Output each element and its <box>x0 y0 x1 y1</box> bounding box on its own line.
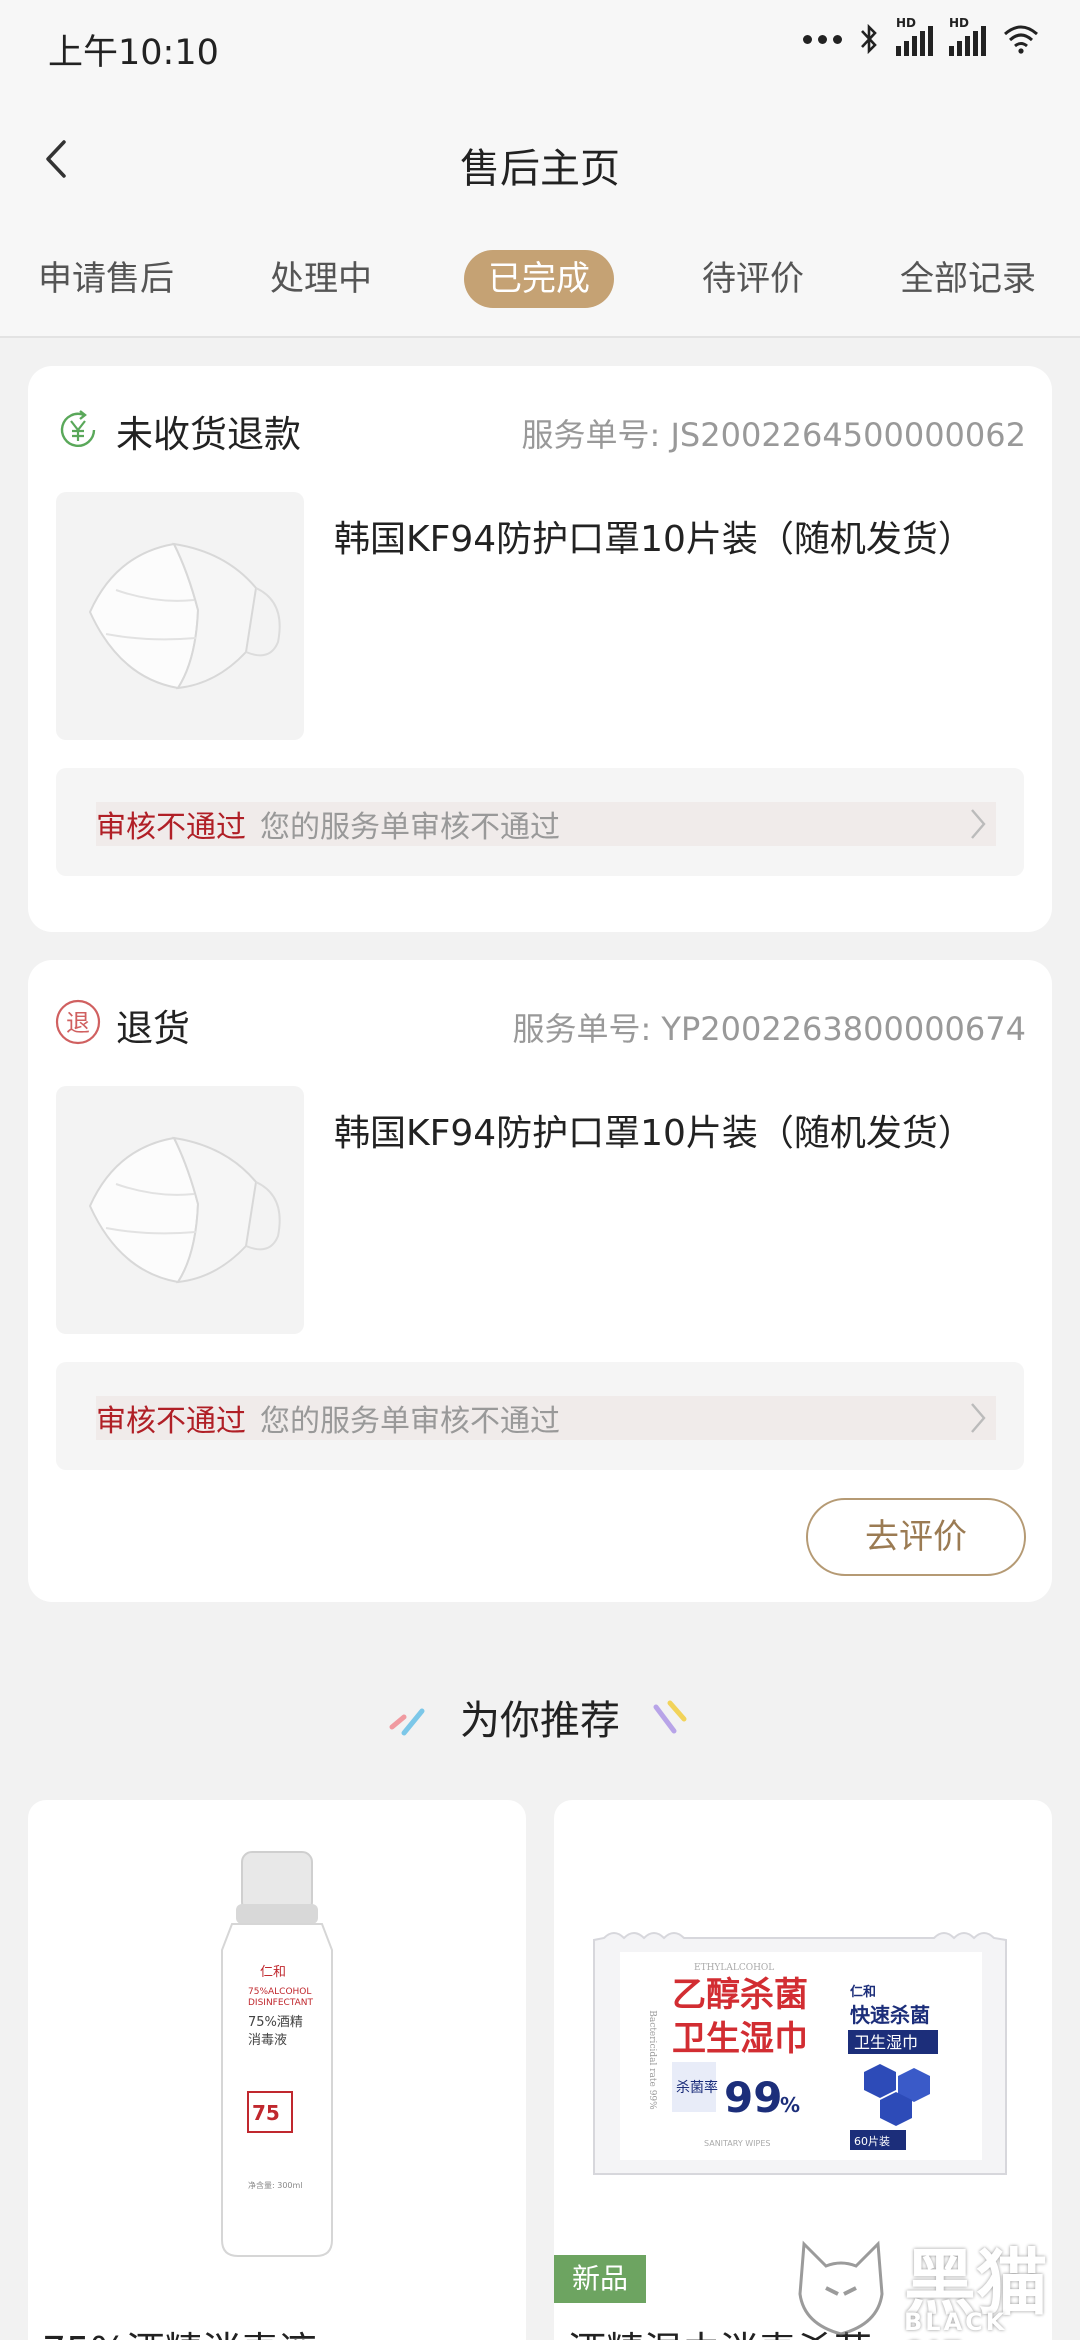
svg-text:ETHYLALCOHOL: ETHYLALCOHOL <box>694 1963 774 1973</box>
aftersale-card[interactable]: 未收货退款 服务单号: JS2002264500000062 韩国KF94防护口… <box>28 366 1052 932</box>
return-icon: 退 <box>55 999 101 1045</box>
chevron-right-icon <box>971 809 986 839</box>
recommend-item-name: 75%酒精消毒液 <box>42 2320 316 2340</box>
svg-text:消毒液: 消毒液 <box>248 2033 287 2048</box>
product-image[interactable] <box>56 492 304 740</box>
recommend-title: 为你推荐 <box>460 1698 620 1744</box>
audit-status-label: 审核不通过 <box>96 1404 246 1439</box>
audit-status-row[interactable]: 审核不通过 您的服务单审核不通过 <box>56 1362 1024 1470</box>
wifi-icon <box>1004 25 1038 54</box>
watermark-en: BLACK CAT <box>904 2308 1008 2340</box>
svg-text:乙醇杀菌: 乙醇杀菌 <box>672 1975 808 2015</box>
svg-text:75: 75 <box>252 2101 280 2125</box>
svg-text:75%酒精: 75%酒精 <box>248 2015 303 2030</box>
svg-text:60片装: 60片装 <box>854 2135 890 2148</box>
svg-text:退: 退 <box>66 1009 90 1037</box>
status-icons: HD HD <box>803 16 1040 56</box>
signal-hd-icon-2: HD <box>949 16 986 56</box>
new-badge: 新品 <box>554 2255 646 2303</box>
tab-processing[interactable]: 处理中 <box>270 250 372 308</box>
svg-text:99: 99 <box>724 2073 782 2122</box>
signal-hd-icon-1: HD <box>896 16 933 56</box>
chevron-right-icon <box>971 1403 986 1433</box>
product-image[interactable] <box>56 1086 304 1334</box>
svg-text:仁和: 仁和 <box>260 1965 286 1980</box>
tab-completed[interactable]: 已完成 <box>464 250 614 308</box>
audit-status-label: 审核不通过 <box>96 810 246 845</box>
tab-bar: 申请售后 处理中 已完成 待评价 全部记录 <box>0 224 1080 338</box>
write-review-button[interactable]: 去评价 <box>806 1498 1026 1576</box>
svg-text:Bactericidal rate 99%: Bactericidal rate 99% <box>647 2010 657 2110</box>
kf94-mask-image <box>88 542 281 690</box>
bluetooth-icon <box>861 23 877 55</box>
svg-text:仁和: 仁和 <box>850 1984 876 2000</box>
svg-text:净含量: 300ml: 净含量: 300ml <box>248 2180 303 2190</box>
tab-all-records[interactable]: 全部记录 <box>900 250 1036 308</box>
aftersale-type: 退货 <box>116 1007 190 1050</box>
tab-pending-review[interactable]: 待评价 <box>702 250 804 308</box>
kf94-mask-image <box>88 1136 281 1284</box>
svg-text:SANITARY WIPES: SANITARY WIPES <box>704 2139 770 2148</box>
audit-status-message: 您的服务单审核不通过 <box>260 1404 560 1439</box>
aftersale-card[interactable]: 退 退货 服务单号: YP2002263800000674 韩国KF94防护口罩… <box>28 960 1052 1602</box>
svg-text:75%ALCOHOL: 75%ALCOHOL <box>248 1987 311 1997</box>
audit-status-row[interactable]: 审核不通过 您的服务单审核不通过 <box>56 768 1024 876</box>
svg-text:杀菌率: 杀菌率 <box>676 2079 718 2096</box>
svg-text:卫生湿巾: 卫生湿巾 <box>854 2033 918 2052</box>
black-cat-watermark: 黑猫 BLACK CAT <box>786 2224 1076 2340</box>
service-number: 服务单号: YP2002263800000674 <box>512 1010 1026 1048</box>
more-dots-icon <box>803 34 842 44</box>
svg-text:%: % <box>780 2093 800 2117</box>
alcohol-bottle-image: 仁和 75%ALCOHOL DISINFECTANT 75%酒精 消毒液 75 … <box>221 1851 333 2257</box>
sanitary-wipes-image: ETHYLALCOHOL 乙醇杀菌 卫生湿巾 Bactericidal rate… <box>593 1932 1007 2175</box>
service-number: 服务单号: JS2002264500000062 <box>521 416 1026 454</box>
product-title[interactable]: 韩国KF94防护口罩10片装（随机发货） <box>334 1104 1034 1156</box>
status-time: 上午10:10 <box>48 33 219 73</box>
app-header: 售后主页 <box>0 96 1080 224</box>
decor-slash-right-icon <box>653 1700 687 1734</box>
tab-apply-aftersale[interactable]: 申请售后 <box>38 250 174 308</box>
product-title[interactable]: 韩国KF94防护口罩10片装（随机发货） <box>334 510 1034 562</box>
svg-text:DISINFECTANT: DISINFECTANT <box>248 1998 314 2008</box>
black-cat-logo-icon <box>798 2240 884 2336</box>
yen-refund-icon <box>60 410 96 447</box>
aftersale-type: 未收货退款 <box>116 413 301 456</box>
svg-text:卫生湿巾: 卫生湿巾 <box>672 2019 808 2059</box>
svg-text:快速杀菌: 快速杀菌 <box>850 2003 930 2027</box>
recommend-item[interactable]: 仁和 75%ALCOHOL DISINFECTANT 75%酒精 消毒液 75 … <box>28 1800 526 2340</box>
system-status-bar: 上午10:10 HD HD <box>0 0 1080 96</box>
page-title: 售后主页 <box>460 146 620 192</box>
audit-status-message: 您的服务单审核不通过 <box>260 810 560 845</box>
